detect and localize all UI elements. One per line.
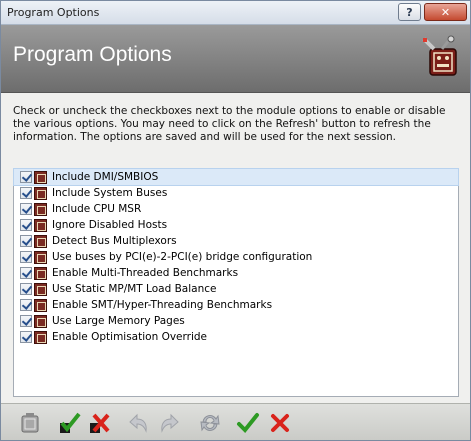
option-label: Enable Optimisation Override: [52, 331, 207, 343]
module-option-icon: [34, 234, 47, 248]
option-label: Detect Bus Multiplexors: [52, 235, 177, 247]
module-icon[interactable]: [17, 410, 43, 436]
program-options-window: Program Options ? ✕ Program Options Chec…: [0, 0, 471, 441]
option-label: Enable SMT/Hyper-Threading Benchmarks: [52, 299, 273, 311]
option-row[interactable]: Use Large Memory Pages: [14, 313, 458, 329]
option-label: Include System Buses: [52, 187, 168, 199]
cancel-icon[interactable]: [267, 410, 293, 436]
option-checkbox[interactable]: [20, 219, 32, 231]
redo-icon[interactable]: [157, 410, 183, 436]
module-option-icon: [34, 186, 47, 200]
option-checkbox[interactable]: [20, 315, 32, 327]
option-checkbox[interactable]: [20, 283, 32, 295]
option-row[interactable]: Use buses by PCI(e)-2-PCI(e) bridge conf…: [14, 249, 458, 265]
option-checkbox[interactable]: [20, 267, 32, 279]
option-row[interactable]: Enable Multi-Threaded Benchmarks: [14, 265, 458, 281]
header-banner: Program Options: [1, 25, 470, 93]
option-label: Use Large Memory Pages: [52, 315, 185, 327]
option-row[interactable]: Include DMI/SMBIOS: [13, 168, 459, 186]
option-checkbox[interactable]: [20, 203, 32, 215]
module-option-icon: [34, 298, 47, 312]
module-option-icon: [34, 170, 47, 184]
option-label: Use Static MP/MT Load Balance: [52, 283, 217, 295]
uncheck-all-icon[interactable]: [87, 410, 113, 436]
option-row[interactable]: Enable SMT/Hyper-Threading Benchmarks: [14, 297, 458, 313]
option-row[interactable]: Detect Bus Multiplexors: [14, 233, 458, 249]
options-list: Include DMI/SMBIOS Include System Buses In…: [13, 168, 459, 397]
option-label: Include CPU MSR: [52, 203, 142, 215]
check-all-icon[interactable]: [57, 410, 83, 436]
module-option-icon: [34, 218, 47, 232]
option-checkbox[interactable]: [20, 187, 32, 199]
undo-icon[interactable]: [125, 410, 151, 436]
option-row[interactable]: Include System Buses: [14, 185, 458, 201]
close-button[interactable]: ✕: [424, 3, 467, 21]
option-row[interactable]: Use Static MP/MT Load Balance: [14, 281, 458, 297]
refresh-icon[interactable]: [197, 410, 223, 436]
module-option-icon: [34, 330, 47, 344]
page-title: Program Options: [13, 43, 172, 66]
option-checkbox[interactable]: [20, 235, 32, 247]
option-checkbox[interactable]: [20, 171, 32, 183]
help-button[interactable]: ?: [398, 3, 421, 21]
option-label: Use buses by PCI(e)-2-PCI(e) bridge conf…: [52, 251, 313, 263]
bottom-toolbar: [1, 403, 470, 440]
instructions-text: Check or uncheck the checkboxes next to …: [13, 105, 446, 143]
module-option-icon: [34, 250, 47, 264]
option-row[interactable]: Enable Optimisation Override: [14, 329, 458, 345]
module-option-icon: [34, 266, 47, 280]
option-label: Ignore Disabled Hosts: [52, 219, 168, 231]
window-title: Program Options: [7, 6, 100, 19]
ok-icon[interactable]: [235, 410, 261, 436]
title-bar: Program Options ? ✕: [1, 1, 470, 25]
module-option-icon: [34, 202, 47, 216]
options-tools-icon: [422, 35, 457, 76]
option-row[interactable]: Include CPU MSR: [14, 201, 458, 217]
option-checkbox[interactable]: [20, 331, 32, 343]
option-checkbox[interactable]: [20, 299, 32, 311]
option-row[interactable]: Ignore Disabled Hosts: [14, 217, 458, 233]
module-option-icon: [34, 282, 47, 296]
option-checkbox[interactable]: [20, 251, 32, 263]
option-label: Enable Multi-Threaded Benchmarks: [52, 267, 239, 279]
option-label: Include DMI/SMBIOS: [52, 171, 159, 183]
module-option-icon: [34, 314, 47, 328]
